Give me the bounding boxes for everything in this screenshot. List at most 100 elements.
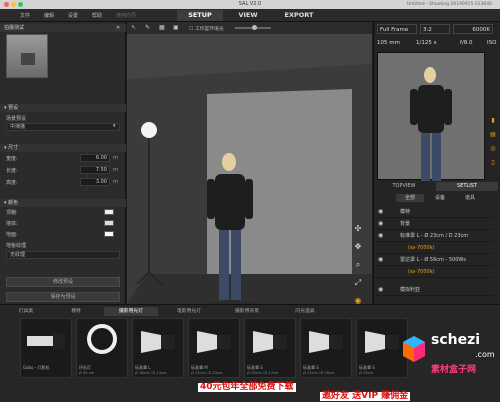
ratio-select[interactable]: 3:2 [420,24,450,34]
section-preset[interactable]: ▾ 预设 [0,104,126,112]
promo-banner: 40元包年全部免费下载 邀好友 送VIP 赚佣金 [170,383,500,402]
zoom-icon[interactable]: ⌕ [351,256,365,274]
filter-props[interactable]: 道具 [456,194,484,202]
layer-item[interactable]: ◉ 模拟利亚 [374,284,494,296]
tab-export[interactable]: EXPORT [274,10,324,21]
height-label: 高度: [6,180,18,186]
library-card[interactable]: 环形灯 Ø 30 cm [76,318,128,378]
reflector-icon [197,331,231,353]
left-panel: 拍摄测试 ✕ ▾ 预设 场景预设 中演播 ▾ ▾ 尺寸 宽度: 6.00 m 长… [0,22,126,304]
studio-scene [127,34,372,304]
layer-item[interactable]: ◉ 背景 [374,218,494,230]
ambient-light-toggle[interactable]: ☐ 工作室环境光 [189,25,224,32]
reflector-icon [253,331,287,353]
grid-icon[interactable]: ▦ [159,24,165,31]
height-unit: m [113,179,118,185]
reflector-icon [309,331,343,353]
minimize-icon[interactable] [11,2,16,7]
section-color[interactable]: ▾ 颜色 [0,199,126,207]
filter-devices[interactable]: 设备 [426,194,454,202]
pin-icon[interactable]: ✕ [116,25,120,31]
library-card[interactable]: 标准罩 M Ø 23cm / D 23cm [188,318,240,378]
lib-tab[interactable]: 模特 [54,307,98,316]
menu-extra[interactable]: 使用向导 [116,12,136,19]
library-card[interactable]: 标准罩 L Ø 18cm / D 13cm [132,318,184,378]
maximize-icon[interactable] [18,2,23,7]
title-bar: SAL V2.0 Untitled - Shooting 20190915 01… [0,0,500,9]
chevron-down-icon: ▾ [113,123,116,129]
floor-swatch[interactable] [104,231,114,237]
tab-view[interactable]: VIEW [228,10,268,21]
lib-tab[interactable]: 电影用光灯 [162,307,216,316]
lib-tab[interactable]: 闪光道具 [278,307,332,316]
iso[interactable]: ISO [487,38,499,48]
ambient-slider-track[interactable] [235,25,271,30]
ambient-slider-thumb[interactable] [252,25,257,30]
menu-help[interactable]: 帮助 [92,12,102,19]
library-card[interactable]: Gobo - 灯影机 [20,318,72,378]
ceiling-swatch[interactable] [104,209,114,215]
histogram-icon[interactable]: ▮ [487,114,499,128]
tab-topview[interactable]: TOPVIEW [374,182,434,191]
library-card[interactable]: 标准罩 S Ø 20cm / D 17cm [244,318,296,378]
ceiling-label: 顶棚: [6,210,18,216]
layer-item[interactable]: ◉ 标准罩 L - Ø 23cm / D 23cm [374,230,494,242]
length-unit: m [113,167,118,173]
move-icon[interactable]: ✣ [351,220,365,238]
wall-swatch[interactable] [104,220,114,226]
lib-tab[interactable]: 摄影用背景 [220,307,274,316]
width-label: 宽度: [6,156,18,162]
promo-line2: 邀好友 送VIP 赚佣金 [320,391,411,401]
3d-viewport[interactable]: ↖ ✎ ▦ ▣ ☐ 工作室环境光 ✣ ✥ ⌕ ⤢ ◉ [127,22,372,304]
height-input[interactable]: 3.00 [80,178,110,186]
grid-overlay-icon[interactable]: ▤ [487,128,499,142]
sensor-select[interactable]: Full Frame [377,24,417,34]
pan-icon[interactable]: ✥ [351,238,365,256]
lib-tab[interactable]: 摄影用光灯 [104,307,158,316]
length-label: 长度: [6,168,18,174]
eye-icon[interactable]: ◉ [378,206,383,218]
close-icon[interactable] [4,2,9,7]
tab-setup[interactable]: SETUP [177,10,223,21]
promo-line1: 40元包年全部免费下载 [198,382,296,392]
eye-icon[interactable]: ◉ [378,230,383,242]
texture-select[interactable]: 无纹理 [6,251,120,259]
save-preset-button[interactable]: 保存为预设 [6,292,120,302]
preset-select[interactable]: 中演播 [6,123,120,131]
focal-length[interactable]: 105 mm [377,38,407,48]
logo-cn: 素材盒子网 [431,365,477,375]
section-size[interactable]: ▾ 尺寸 [0,144,126,152]
shutter-speed[interactable]: 1/125 s [416,38,456,48]
layer-item[interactable]: ◉ 模特 [374,206,494,218]
scene-thumbnail[interactable] [6,34,48,78]
width-input[interactable]: 6.00 [80,154,110,162]
layer-sub-item[interactable]: (ss-7000k) [374,266,494,278]
eye-icon[interactable]: ◉ [378,218,383,230]
tab-setlist[interactable]: SETLIST [436,182,498,191]
aperture[interactable]: f/8.0 [460,38,484,48]
pen-icon[interactable]: ✎ [145,24,150,31]
card-spec: Ø 25cm [359,371,374,375]
library-card[interactable]: 标准罩 S Ø 27cm / D 26cm [300,318,352,378]
cursor-icon[interactable]: ↖ [131,24,136,31]
white-balance[interactable]: 6000K [453,24,493,34]
modify-preset-button[interactable]: 修改预设 [6,277,120,287]
card-name: Gobo - 灯影机 [23,365,50,370]
menu-edit[interactable]: 编辑 [44,12,54,19]
length-input[interactable]: 7.50 [80,166,110,174]
eye-icon[interactable]: ◉ [378,284,383,296]
layer-sub-item[interactable]: (ss-7000k) [374,242,494,254]
phone-icon[interactable]: ▯ [487,156,499,170]
fit-icon[interactable]: ⤢ [351,274,365,292]
filter-all[interactable]: 全部 [396,194,424,202]
layer-item[interactable]: ◉ 雷达罩 L - Ø 56cm - 500Ws [374,254,494,266]
menu-file[interactable]: 文件 [20,12,30,19]
menu-settings[interactable]: 设置 [68,12,78,19]
eye-icon[interactable]: ◉ [351,292,365,304]
lib-tab[interactable]: 灯具类 [4,307,48,316]
view-controls: ✣ ✥ ⌕ ⤢ ◉ [351,220,365,304]
eye-icon[interactable]: ◉ [378,254,383,266]
preview-model [410,67,452,181]
focus-icon[interactable]: ◎ [487,142,499,156]
camera-icon[interactable]: ▣ [173,24,179,31]
